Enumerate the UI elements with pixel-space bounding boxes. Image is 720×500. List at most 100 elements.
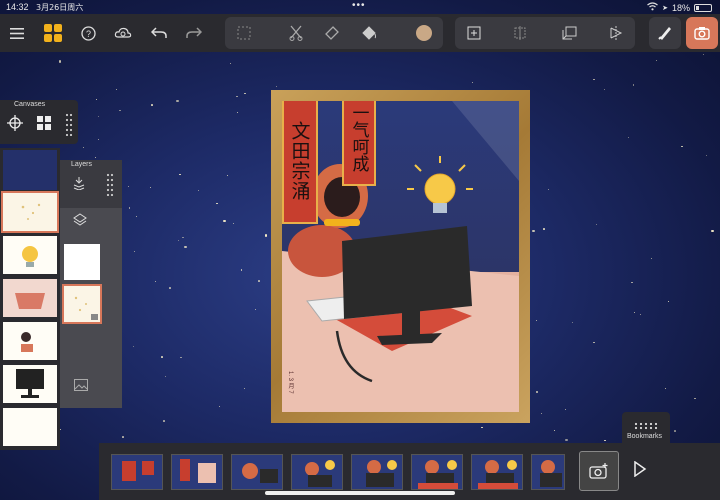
brush-tool-button[interactable]	[649, 17, 681, 49]
star	[240, 269, 243, 271]
star	[236, 95, 238, 98]
split-canvas-icon[interactable]	[507, 20, 533, 46]
camera-icon	[694, 27, 710, 40]
star	[603, 88, 606, 91]
star	[178, 240, 180, 242]
cut-icon[interactable]	[283, 20, 309, 46]
brush-icon	[658, 27, 671, 40]
star	[82, 147, 84, 149]
star	[275, 85, 277, 87]
star	[133, 250, 136, 253]
flip-canvas-icon[interactable]	[603, 20, 629, 46]
undo-icon[interactable]	[146, 20, 172, 46]
star	[223, 219, 226, 223]
star	[711, 229, 714, 233]
star	[128, 186, 130, 188]
bookmark-frame[interactable]	[291, 454, 343, 490]
star	[216, 202, 218, 205]
star	[258, 280, 260, 282]
drag-handle-icon[interactable]	[65, 112, 75, 138]
artwork-frame[interactable]: 文田宗涌 一气呵成 1. 3 月 7	[271, 90, 530, 423]
bookmark-frame[interactable]	[351, 454, 403, 490]
canvas-tools-group	[455, 17, 635, 49]
bookmark-frame[interactable]	[411, 454, 463, 490]
canvas-thumbnail[interactable]	[3, 365, 57, 403]
layer-thumbnail[interactable]	[62, 284, 102, 324]
star	[553, 429, 555, 431]
star	[481, 426, 483, 429]
home-indicator[interactable]	[265, 491, 455, 495]
canvas-thumbnail[interactable]	[3, 322, 57, 360]
star	[632, 84, 635, 86]
bookmark-frame[interactable]	[111, 454, 163, 490]
star	[233, 222, 235, 224]
drag-handle-icon[interactable]	[106, 172, 116, 198]
redo-icon[interactable]	[181, 20, 207, 46]
star	[149, 186, 151, 188]
image-icon[interactable]	[74, 378, 90, 392]
star	[633, 311, 636, 314]
star	[631, 281, 633, 284]
duplicate-canvas-icon[interactable]	[556, 20, 582, 46]
star	[132, 346, 134, 348]
canvases-panel-header: Canvases	[0, 100, 78, 144]
star	[198, 189, 200, 191]
star	[702, 54, 704, 55]
battery-percent: 18%	[671, 2, 690, 13]
star	[179, 173, 181, 175]
artwork-canvas[interactable]: 文田宗涌 一气呵成 1. 3 月 7	[282, 101, 519, 412]
star	[565, 408, 567, 410]
svg-text:?: ?	[85, 29, 90, 39]
add-layer-icon[interactable]	[72, 212, 88, 228]
star	[169, 287, 171, 289]
star	[593, 341, 595, 344]
crosshair-icon[interactable]	[6, 114, 26, 134]
status-date: 3月26日周六	[36, 3, 84, 12]
star	[639, 314, 641, 316]
canvas-thumbnail[interactable]	[3, 150, 57, 190]
play-icon[interactable]	[633, 460, 653, 481]
star	[161, 356, 163, 358]
star	[254, 308, 256, 310]
star	[226, 174, 229, 177]
layer-thumbnail[interactable]	[64, 244, 100, 280]
canvas-thumbnail[interactable]	[3, 236, 57, 274]
layers-panel-header: Layers	[60, 160, 122, 208]
canvas-thumbnail[interactable]	[3, 279, 57, 317]
camera-tool-button[interactable]	[686, 17, 718, 49]
current-color-icon	[416, 25, 432, 41]
drawing-tools-group	[225, 17, 443, 49]
bookmarks-label: Bookmarks	[627, 433, 663, 440]
star	[96, 98, 98, 100]
bookmarks-tab[interactable]: Bookmarks	[622, 412, 670, 444]
star	[97, 139, 99, 141]
star	[264, 234, 268, 237]
status-bar: 14:32 3月26日周六 ••• ➤ 18%	[0, 0, 720, 14]
multitask-dots-icon[interactable]: •••	[352, 0, 366, 11]
color-picker-swatch[interactable]	[411, 20, 437, 46]
menu-icon[interactable]	[4, 20, 30, 46]
canvases-list	[0, 148, 60, 450]
cloud-icon[interactable]	[110, 20, 136, 46]
fill-bucket-icon[interactable]	[356, 20, 382, 46]
bookmark-frame[interactable]	[471, 454, 523, 490]
star	[543, 228, 545, 230]
star	[548, 188, 550, 190]
star	[237, 111, 239, 113]
star	[532, 229, 535, 233]
wifi-icon	[647, 2, 658, 13]
selection-icon[interactable]	[231, 20, 257, 46]
add-bookmark-button[interactable]	[579, 451, 619, 491]
eraser-icon[interactable]	[319, 20, 345, 46]
canvas-thumbnail[interactable]	[3, 408, 57, 446]
bookmark-frame[interactable]	[171, 454, 223, 490]
merge-layers-icon[interactable]	[72, 176, 88, 191]
bookmark-frame[interactable]	[531, 454, 565, 490]
top-toolbar: ?	[0, 14, 720, 52]
gallery-icon[interactable]	[40, 20, 66, 46]
add-canvas-icon[interactable]	[461, 20, 487, 46]
bookmark-frame[interactable]	[231, 454, 283, 490]
help-icon[interactable]: ?	[75, 20, 101, 46]
canvas-thumbnail[interactable]	[1, 191, 59, 233]
grid-view-icon[interactable]	[37, 116, 53, 132]
